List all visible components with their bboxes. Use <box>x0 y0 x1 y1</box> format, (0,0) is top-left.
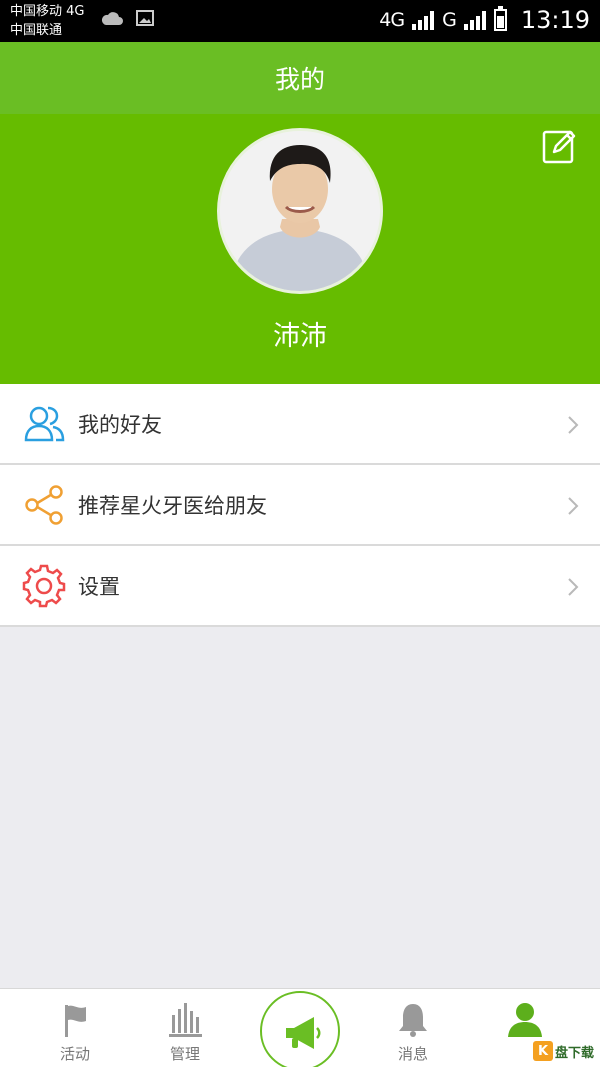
chevron-right-icon <box>568 416 579 434</box>
chevron-right-icon <box>568 578 579 596</box>
signal-icon-1 <box>412 10 435 30</box>
tab-activity[interactable]: 活动 <box>20 989 130 1067</box>
menu-item-friends[interactable]: 我的好友 <box>0 384 600 465</box>
watermark-text: 盘下载 <box>554 1045 594 1061</box>
tab-label: 活动 <box>59 1045 90 1063</box>
megaphone-icon <box>286 1017 321 1049</box>
watermark-k-icon: K <box>532 1041 553 1061</box>
username: 沛沛 <box>273 321 327 352</box>
profile-header: 沛沛 <box>0 114 600 384</box>
carrier-info: 中国移动 4G 中国联通 <box>10 2 84 40</box>
status-right: 4G G 13:19 <box>379 6 590 34</box>
network-label-1: 4G <box>379 9 405 31</box>
status-icons <box>100 10 154 26</box>
avatar-portrait-icon <box>220 131 380 291</box>
menu-item-recommend[interactable]: 推荐星火牙医给朋友 <box>0 465 600 546</box>
menu-item-label: 我的好友 <box>78 412 162 437</box>
person-icon <box>508 1003 542 1037</box>
tab-label: 消息 <box>397 1045 428 1063</box>
carrier-1: 中国移动 4G <box>10 4 85 19</box>
tab-label: 管理 <box>169 1045 200 1063</box>
tab-manage[interactable]: 管理 <box>130 989 240 1067</box>
chevron-right-icon <box>568 497 579 515</box>
friends-icon <box>24 406 65 441</box>
status-bar: 中国移动 4G 中国联通 4G G 13:19 <box>0 0 600 42</box>
gear-icon <box>22 564 66 607</box>
signal-icon-2 <box>463 10 486 30</box>
bell-icon <box>399 1004 427 1037</box>
avatar[interactable] <box>217 128 383 294</box>
title-bar: 我的 <box>0 42 600 114</box>
menu-item-label: 设置 <box>78 574 120 599</box>
bottom-tab-bar: 活动 管理 消息 K 盘下载 <box>0 988 600 1067</box>
cloud-icon <box>101 12 123 25</box>
edit-icon[interactable] <box>542 128 578 164</box>
network-label-2: G <box>442 9 457 31</box>
carrier-2: 中国联通 <box>10 23 63 38</box>
menu-item-label: 推荐星火牙医给朋友 <box>78 493 267 518</box>
watermark-logo: K 盘下载 <box>532 1041 594 1061</box>
share-icon <box>25 484 63 525</box>
menu-list: 我的好友 推荐星火牙医给朋友 设置 <box>0 384 600 627</box>
page-title: 我的 <box>274 65 325 94</box>
flag-icon <box>65 1005 86 1037</box>
bar-chart-icon <box>169 1003 202 1037</box>
image-icon <box>136 10 154 26</box>
center-action-button[interactable] <box>260 991 340 1067</box>
battery-icon <box>493 6 507 31</box>
clock: 13:19 <box>520 6 590 34</box>
menu-item-settings[interactable]: 设置 <box>0 546 600 627</box>
tab-messages[interactable]: 消息 <box>358 989 468 1067</box>
